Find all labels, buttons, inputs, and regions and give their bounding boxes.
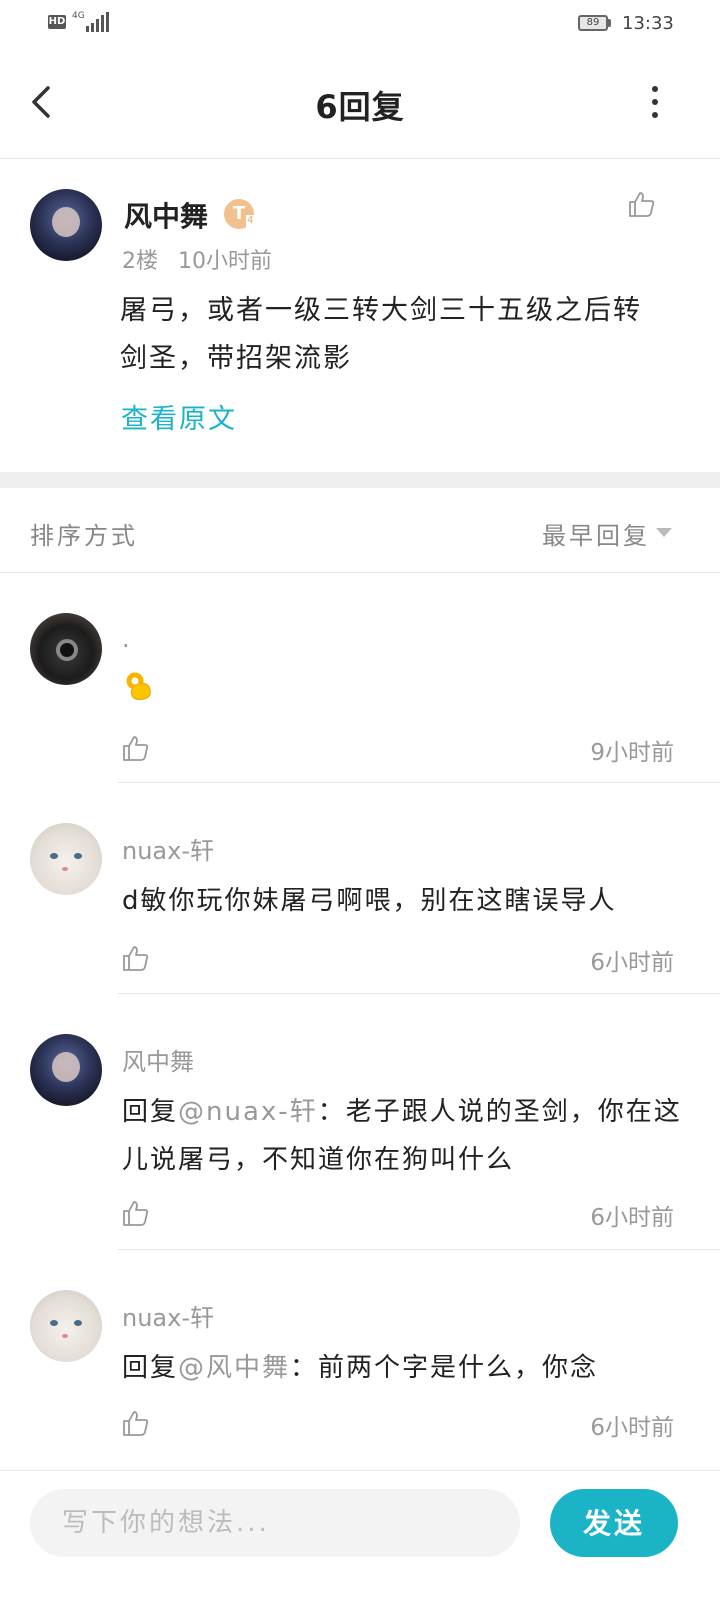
reply-body: ：前两个字是什么，你念 [290, 1353, 599, 1383]
caret-down-icon[interactable] [656, 528, 672, 537]
like-button[interactable] [626, 189, 656, 223]
reply-text: 回复@nuax-轩：老子跟人说的圣剑，你在这儿说屠弓，不知道你在狗叫什么 [122, 1088, 682, 1184]
thumbs-up-icon [123, 946, 149, 971]
post-meta: 2楼 10小时前 [122, 243, 272, 275]
avatar[interactable] [30, 613, 102, 685]
top-app-bar: 6回复 [0, 48, 720, 159]
author-name[interactable]: 风中舞 [124, 195, 208, 235]
reply-author[interactable]: . [122, 625, 130, 653]
like-button[interactable] [120, 943, 150, 977]
reply-author[interactable]: nuax-轩 [122, 831, 214, 866]
thumbs-up-icon [629, 192, 655, 217]
like-button[interactable] [120, 1408, 150, 1442]
ok-hand-emoji [122, 669, 156, 703]
reply-text: 回复@风中舞：前两个字是什么，你念 [122, 1344, 682, 1392]
post-time: 10小时前 [178, 249, 272, 274]
mention-link[interactable]: @nuax-轩 [178, 1097, 318, 1127]
mention-link[interactable]: @风中舞 [178, 1353, 290, 1383]
reply-item: nuax-轩 回复@风中舞：前两个字是什么，你念 6小时前 [0, 1250, 720, 1462]
avatar[interactable] [30, 1034, 102, 1106]
page-title: 6回复 [315, 88, 405, 126]
comment-composer: 发送 [0, 1470, 720, 1601]
thumbs-up-icon [123, 1411, 149, 1436]
reply-prefix: 回复 [122, 1353, 179, 1383]
signal-icon [86, 12, 109, 32]
avatar[interactable] [30, 189, 102, 261]
avatar[interactable] [30, 823, 102, 895]
status-bar: HD 4G 89 13:33 [0, 0, 720, 48]
reply-time: 6小时前 [590, 950, 674, 976]
sort-bar: 排序方式 最早回复 [0, 488, 720, 573]
more-options-button[interactable] [650, 86, 660, 118]
reply-time: 6小时前 [590, 1415, 674, 1441]
reply-time: 6小时前 [590, 1205, 674, 1231]
reply-prefix: 回复 [122, 1097, 179, 1127]
comment-input[interactable] [30, 1489, 520, 1557]
reply-item: nuax-轩 d敏你玩你妹屠弓啊喂，别在这瞎误导人 6小时前 [0, 783, 720, 994]
more-vertical-icon [652, 86, 658, 92]
reply-text: d敏你玩你妹屠弓啊喂，别在这瞎误导人 [122, 886, 617, 916]
thumbs-up-icon [123, 736, 149, 761]
reply-item: 风中舞 回复@nuax-轩：老子跟人说的圣剑，你在这儿说屠弓，不知道你在狗叫什么… [0, 994, 720, 1250]
reply-time: 9小时前 [590, 740, 674, 766]
reply-author[interactable]: nuax-轩 [122, 1298, 214, 1333]
send-button[interactable]: 发送 [550, 1489, 678, 1557]
level-number: 4 [246, 215, 255, 227]
comment-text: 屠弓，或者一级三转大剑三十五级之后转剑圣，带招架流影 [120, 295, 642, 374]
network-type: 4G [72, 11, 85, 21]
original-comment: 风中舞 T 4 2楼 10小时前 屠弓，或者一级三转大剑三十五级之后转剑圣，带招架… [0, 159, 720, 472]
like-button[interactable] [120, 1198, 150, 1232]
floor-number: 2楼 [122, 249, 158, 274]
thumbs-up-icon [123, 1201, 149, 1226]
sort-dropdown[interactable]: 最早回复 [542, 516, 650, 551]
clock: 13:33 [622, 13, 674, 34]
sort-label: 排序方式 [30, 522, 138, 550]
like-button[interactable] [120, 733, 150, 767]
hd-badge: HD [48, 15, 66, 29]
battery-icon: 89 [578, 15, 608, 31]
section-divider [0, 472, 720, 488]
battery-tip [608, 19, 611, 27]
reply-author[interactable]: 风中舞 [122, 1042, 194, 1077]
view-original-link[interactable]: 查看原文 [121, 397, 237, 436]
avatar[interactable] [30, 1290, 102, 1362]
reply-item: . 9小时前 [0, 573, 720, 783]
